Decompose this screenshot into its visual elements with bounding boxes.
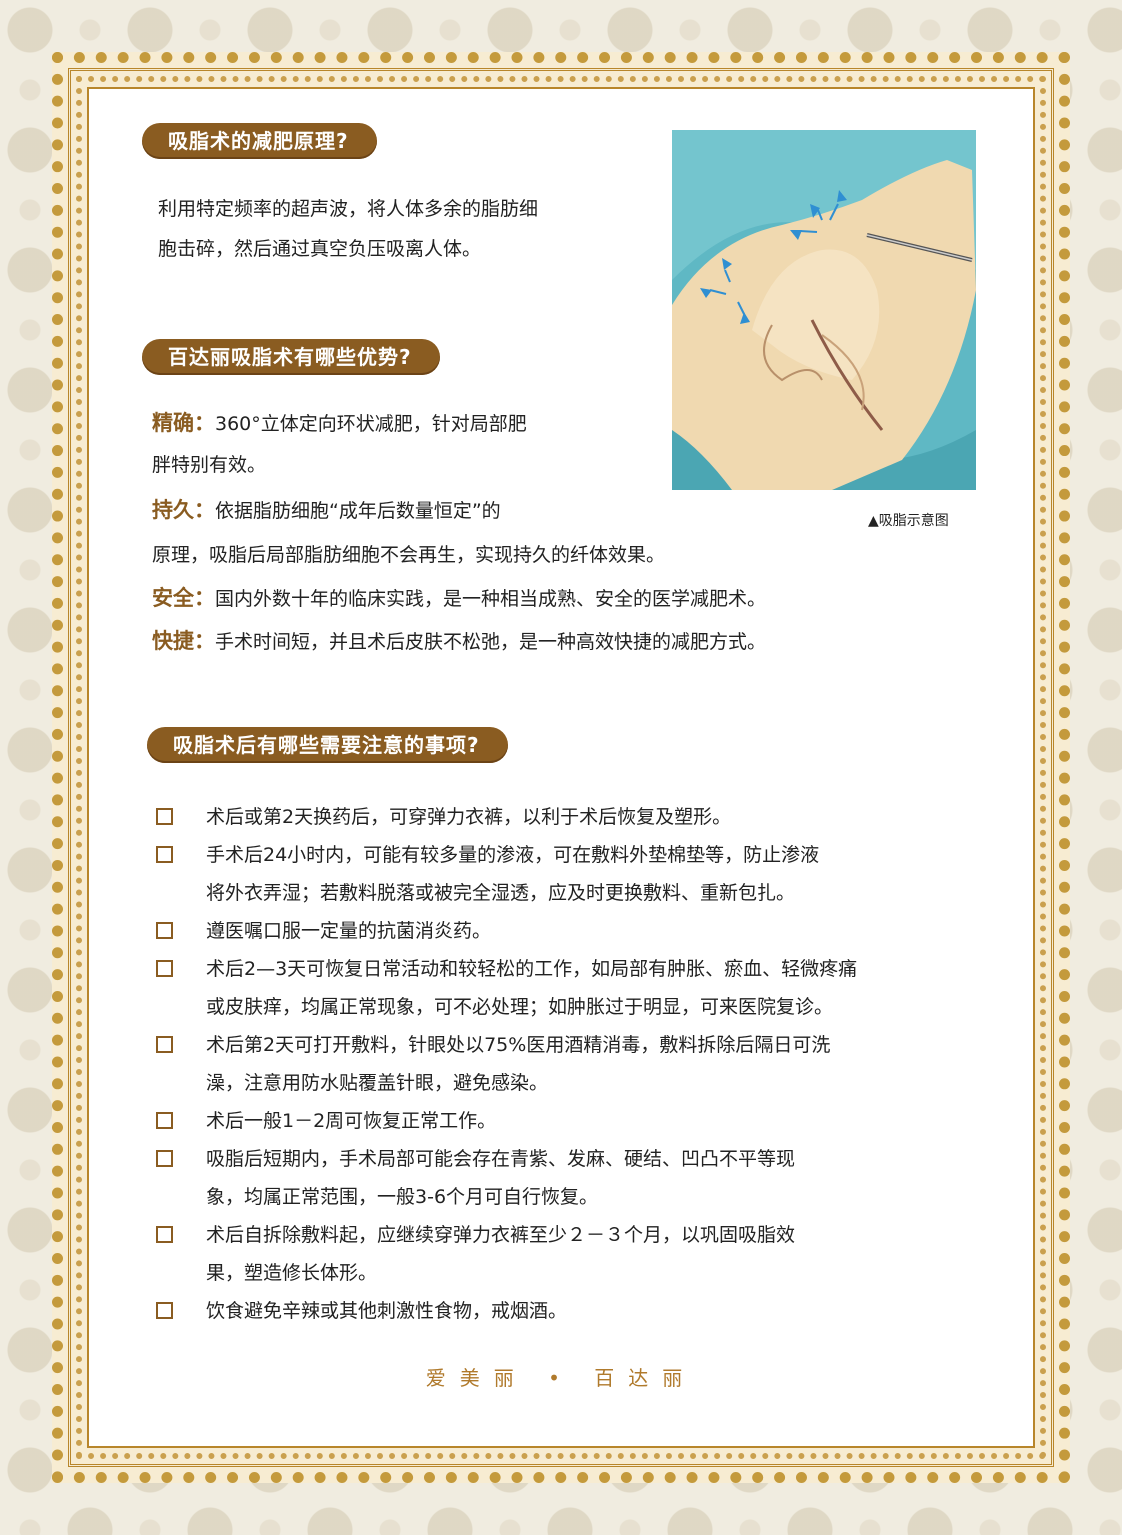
checklist-item: 术后2—3天可恢复日常活动和较轻松的工作，如局部有肿胀、瘀血、轻微疼痛 或皮肤痒… xyxy=(154,950,984,1026)
advantage-safe-label: 安全： xyxy=(152,586,215,610)
advantage-precise-line-1: 精确：360°立体定向环状减肥，针对局部肥 xyxy=(152,404,527,443)
section-heading-advantages: 百达丽吸脂术有哪些优势? xyxy=(142,339,440,375)
principle-text-line-2: 胞击碎，然后通过真空负压吸离人体。 xyxy=(158,238,482,260)
advantage-lasting-label: 持久： xyxy=(152,498,215,522)
section-heading-principle: 吸脂术的减肥原理? xyxy=(142,123,377,159)
principle-text-line-1: 利用特定频率的超声波，将人体多余的脂肪细 xyxy=(158,198,539,220)
checkbox-icon xyxy=(156,1112,173,1129)
aftercare-checklist: 术后或第2天换药后，可穿弹力衣裤，以利于术后恢复及塑形。 手术后24小时内，可能… xyxy=(154,798,984,1330)
checklist-item: 手术后24小时内，可能有较多量的渗液，可在敷料外垫棉垫等，防止渗液 将外衣弄湿；… xyxy=(154,836,984,912)
advantage-fast-line: 快捷：手术时间短，并且术后皮肤不松弛，是一种高效快捷的减肥方式。 xyxy=(152,622,766,661)
checklist-item: 术后第2天可打开敷料，针眼处以75%医用酒精消毒，敷料拆除后隔日可洗 澡，注意用… xyxy=(154,1026,984,1102)
checklist-item: 吸脂后短期内，手术局部可能会存在青紫、发麻、硬结、凹凸不平等现 象，均属正常范围… xyxy=(154,1140,984,1216)
checkbox-icon xyxy=(156,1150,173,1167)
checkbox-icon xyxy=(156,1036,173,1053)
checkbox-icon xyxy=(156,846,173,863)
document-content: 吸脂术的减肥原理? 利用特定频率的超声波，将人体多余的脂肪细 胞击碎，然后通过真… xyxy=(0,0,1122,1535)
checkbox-icon xyxy=(156,1226,173,1243)
section-heading-aftercare: 吸脂术后有哪些需要注意的事项? xyxy=(147,727,508,763)
advantage-lasting-line-2: 原理，吸脂后局部脂肪细胞不会再生，实现持久的纤体效果。 xyxy=(152,544,666,566)
checklist-item: 术后一般1－2周可恢复正常工作。 xyxy=(154,1102,984,1140)
checklist-item: 遵医嘱口服一定量的抗菌消炎药。 xyxy=(154,912,984,950)
advantage-safe-text: 国内外数十年的临床实践，是一种相当成熟、安全的医学减肥术。 xyxy=(215,588,767,610)
checkbox-icon xyxy=(156,922,173,939)
advantage-precise-text: 360°立体定向环状减肥，针对局部肥 xyxy=(215,413,527,435)
advantage-fast-label: 快捷： xyxy=(152,629,215,653)
checklist-item: 术后自拆除敷料起，应继续穿弹力衣裤至少２－３个月，以巩固吸脂效 果，塑造修长体形… xyxy=(154,1216,984,1292)
advantage-safe-line: 安全：国内外数十年的临床实践，是一种相当成熟、安全的医学减肥术。 xyxy=(152,579,766,618)
advantage-lasting-text: 依据脂肪细胞“成年后数量恒定”的 xyxy=(215,500,501,522)
advantage-precise-line-2: 胖特别有效。 xyxy=(152,454,267,476)
checklist-item: 饮食避免辛辣或其他刺激性食物，戒烟酒。 xyxy=(154,1292,984,1330)
advantage-precise-label: 精确： xyxy=(152,411,215,435)
footer-brand: 爱美丽 • 百达丽 xyxy=(425,1366,697,1390)
checkbox-icon xyxy=(156,960,173,977)
liposuction-illustration xyxy=(672,130,976,490)
checkbox-icon xyxy=(156,808,173,825)
checkbox-icon xyxy=(156,1302,173,1319)
advantage-fast-text: 手术时间短，并且术后皮肤不松弛，是一种高效快捷的减肥方式。 xyxy=(215,631,767,653)
advantage-lasting-line-1: 持久：依据脂肪细胞“成年后数量恒定”的 xyxy=(152,491,501,530)
checklist-item: 术后或第2天换药后，可穿弹力衣裤，以利于术后恢复及塑形。 xyxy=(154,798,984,836)
illustration-caption: ▲吸脂示意图 xyxy=(868,513,949,529)
